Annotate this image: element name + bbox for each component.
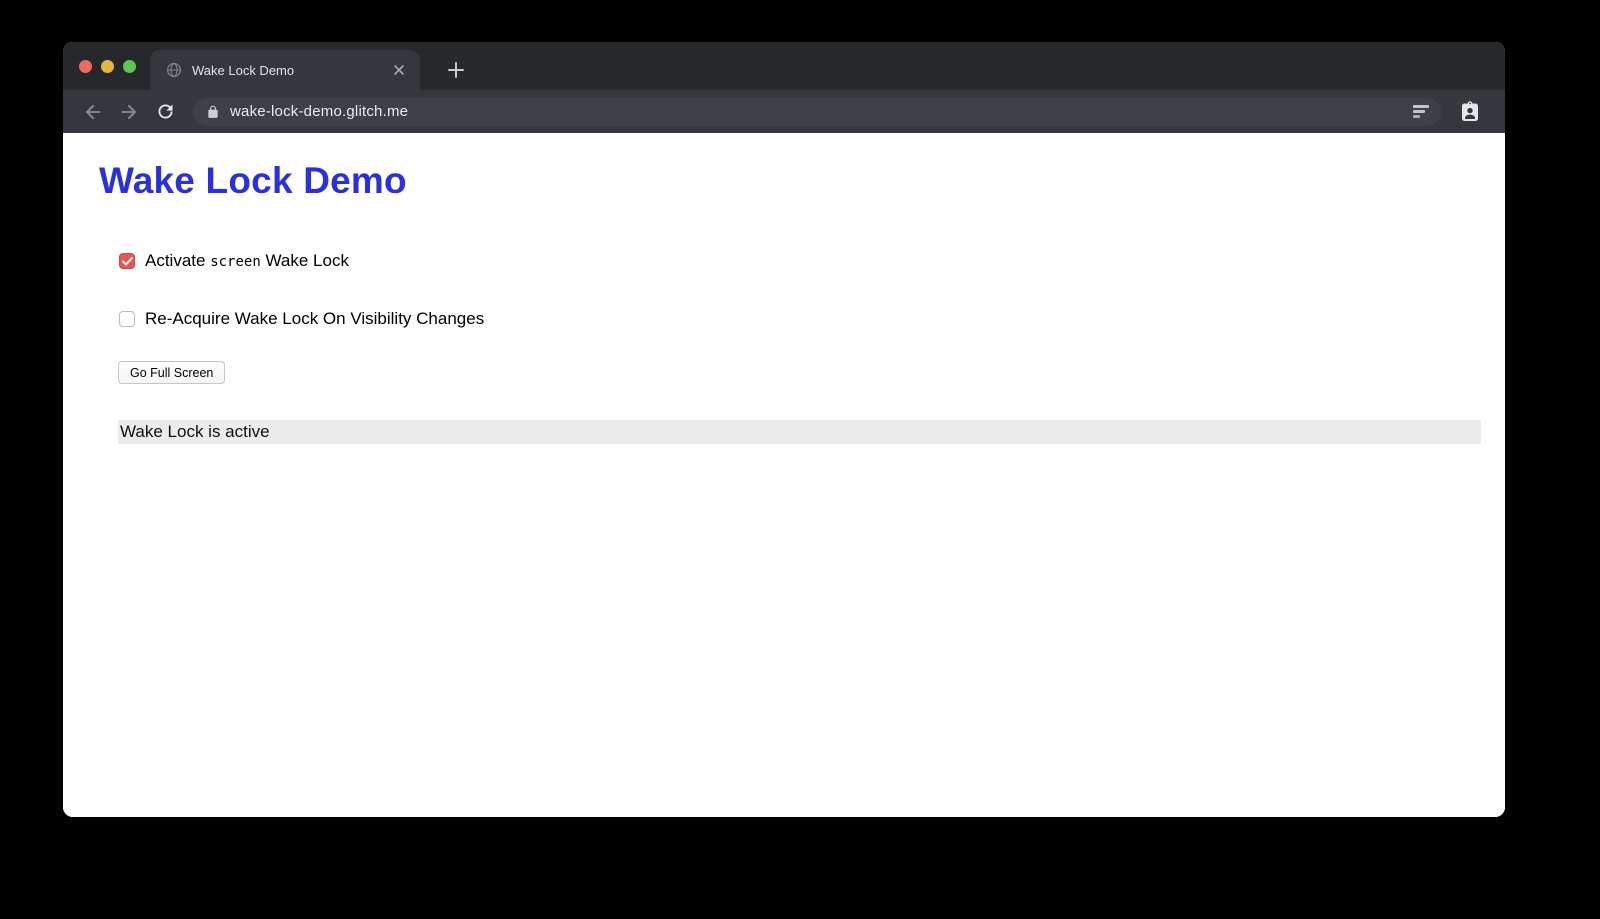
label-code-screen: screen — [210, 254, 261, 270]
back-arrow-icon[interactable] — [79, 98, 107, 126]
url-text: wake-lock-demo.glitch.me — [230, 103, 408, 120]
tab-strip: Wake Lock Demo — [63, 42, 1505, 90]
reacquire-wake-lock-label[interactable]: Re-Acquire Wake Lock On Visibility Chang… — [145, 309, 484, 329]
go-full-screen-button[interactable]: Go Full Screen — [118, 361, 225, 384]
screenshot-stage: Wake Lock Demo — [0, 0, 1600, 919]
tab-wake-lock-demo[interactable]: Wake Lock Demo — [150, 50, 420, 90]
activate-wake-lock-label[interactable]: Activate screen Wake Lock — [145, 251, 349, 271]
reacquire-wake-lock-row: Re-Acquire Wake Lock On Visibility Chang… — [119, 306, 484, 332]
zoom-window-button[interactable] — [123, 60, 136, 73]
reacquire-wake-lock-checkbox[interactable] — [119, 311, 135, 327]
refresh-icon[interactable] — [151, 98, 179, 126]
lock-icon[interactable] — [206, 105, 220, 119]
wake-lock-status-bar: Wake Lock is active — [118, 420, 1481, 444]
tab-title: Wake Lock Demo — [192, 63, 388, 78]
page-content: Wake Lock Demo Activate screen Wake Lock… — [63, 133, 1505, 817]
page-title: Wake Lock Demo — [99, 159, 407, 203]
browser-window: Wake Lock Demo — [63, 42, 1505, 817]
activate-wake-lock-row: Activate screen Wake Lock — [119, 248, 349, 274]
browser-toolbar: wake-lock-demo.glitch.me — [63, 90, 1505, 133]
label-suffix: Wake Lock — [261, 251, 349, 270]
forward-arrow-icon[interactable] — [115, 98, 143, 126]
tab-favicon-globe-icon — [166, 62, 182, 78]
activate-wake-lock-checkbox[interactable] — [119, 253, 135, 269]
close-window-button[interactable] — [79, 60, 92, 73]
minimize-window-button[interactable] — [101, 60, 114, 73]
new-tab-plus-icon[interactable] — [435, 50, 477, 90]
traffic-lights — [79, 42, 136, 90]
address-bar[interactable]: wake-lock-demo.glitch.me — [193, 98, 1441, 126]
tab-close-icon[interactable] — [388, 59, 410, 81]
label-prefix: Activate — [145, 251, 210, 270]
profile-badge-icon[interactable] — [1455, 97, 1485, 127]
checkmark-icon — [122, 257, 133, 266]
reading-list-lines-icon[interactable] — [1413, 105, 1429, 118]
